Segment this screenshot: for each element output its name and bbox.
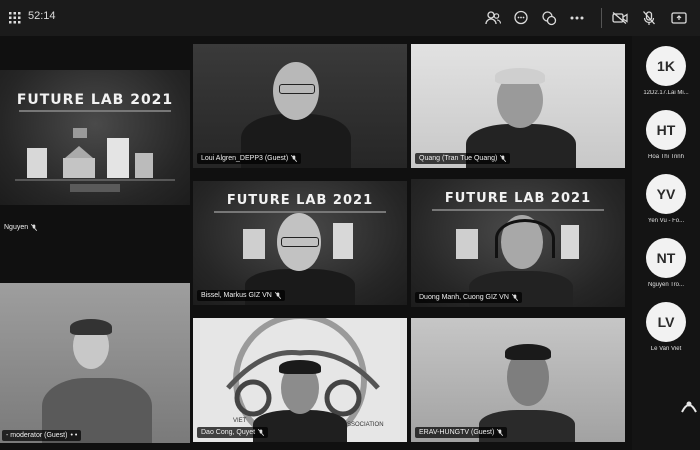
chat-icon[interactable] bbox=[512, 9, 530, 27]
participant-video bbox=[0, 283, 190, 443]
video-tile-dao[interactable]: VIET ASSOCIATION Dao Cong, Quyet bbox=[193, 318, 407, 442]
video-tile-nguyen[interactable]: FUTURE LAB 2021 bbox=[0, 70, 190, 205]
video-tile-quang[interactable]: Quang (Tran Tue Quang) bbox=[411, 44, 625, 168]
video-tile-erav[interactable]: ERAV-HUNGTV (Guest) bbox=[411, 318, 625, 442]
video-tile-bissel[interactable]: FUTURE LAB 2021 Bissel, Markus GIZ VN bbox=[193, 181, 407, 305]
name-tag-quang: Quang (Tran Tue Quang) bbox=[415, 153, 511, 164]
participants-icon[interactable] bbox=[484, 9, 502, 27]
mic-off-icon bbox=[500, 155, 507, 162]
participant-name: 12D2.17.Lai Mi... bbox=[643, 90, 689, 96]
participants-sidebar: 1K 12D2.17.Lai Mi... HT Hoa Thi Trinh YV… bbox=[632, 36, 700, 450]
brand-logo-icon bbox=[681, 401, 697, 413]
avatar[interactable]: NT bbox=[646, 238, 686, 278]
slide-subtitle-line bbox=[19, 110, 171, 112]
participant-name: Nguyen Tro... bbox=[647, 282, 685, 288]
more-icon[interactable] bbox=[568, 9, 586, 27]
video-tile-loui[interactable]: Loui Algren_DEPP3 (Guest) bbox=[193, 44, 407, 168]
video-tile-moderator[interactable]: - moderator (Guest) • • bbox=[0, 283, 190, 443]
name-tag-moderator: - moderator (Guest) • • bbox=[2, 430, 82, 441]
mic-off-icon[interactable] bbox=[640, 9, 658, 27]
participant-name: Hoa Thi Trinh bbox=[648, 154, 684, 160]
slide-city-illustration bbox=[15, 128, 175, 192]
future-lab-slide: FUTURE LAB 2021 bbox=[0, 70, 190, 205]
video-tile-duong[interactable]: FUTURE LAB 2021 Duong Manh, Cuong GIZ VN bbox=[411, 179, 625, 307]
name-tag-erav: ERAV-HUNGTV (Guest) bbox=[415, 427, 508, 438]
mic-off-icon bbox=[291, 155, 298, 162]
logo-text-left: VIET bbox=[233, 418, 247, 424]
reactions-icon[interactable] bbox=[540, 9, 558, 27]
camera-off-icon[interactable] bbox=[611, 9, 629, 27]
participant-name: Le Van Viet bbox=[650, 346, 682, 352]
avatar[interactable]: YV bbox=[646, 174, 686, 214]
toolbar-divider bbox=[601, 8, 602, 28]
meeting-timer: 52:14 bbox=[28, 10, 56, 22]
avatar[interactable]: LV bbox=[646, 302, 686, 342]
name-tag-dao: Dao Cong, Quyet bbox=[197, 427, 269, 438]
slide-title: FUTURE LAB 2021 bbox=[444, 191, 592, 206]
mic-off-icon bbox=[497, 429, 504, 436]
mic-off-icon bbox=[31, 224, 38, 231]
slide-title: FUTURE LAB 2021 bbox=[226, 193, 374, 208]
meeting-toolbar: 52:14 bbox=[0, 0, 700, 36]
mic-off-icon bbox=[258, 429, 265, 436]
name-tag-nguyen: Nguyen bbox=[0, 222, 41, 233]
mic-off-icon bbox=[511, 294, 518, 301]
name-tag-duong: Duong Manh, Cuong GIZ VN bbox=[415, 292, 522, 303]
more-dots: • • bbox=[70, 432, 78, 439]
avatar[interactable]: HT bbox=[646, 110, 686, 150]
name-tag-bissel: Bissel, Markus GIZ VN bbox=[197, 290, 285, 301]
logo-text-association: ASSOCIATION bbox=[343, 422, 384, 428]
mic-off-icon bbox=[274, 292, 281, 299]
name-tag-loui: Loui Algren_DEPP3 (Guest) bbox=[197, 153, 302, 164]
slide-title: FUTURE LAB 2021 bbox=[16, 92, 174, 108]
avatar[interactable]: 1K bbox=[646, 46, 686, 86]
grid-icon[interactable] bbox=[6, 9, 24, 27]
share-icon[interactable] bbox=[670, 9, 688, 27]
participant-name: Yen Vu - Fo... bbox=[647, 218, 685, 224]
